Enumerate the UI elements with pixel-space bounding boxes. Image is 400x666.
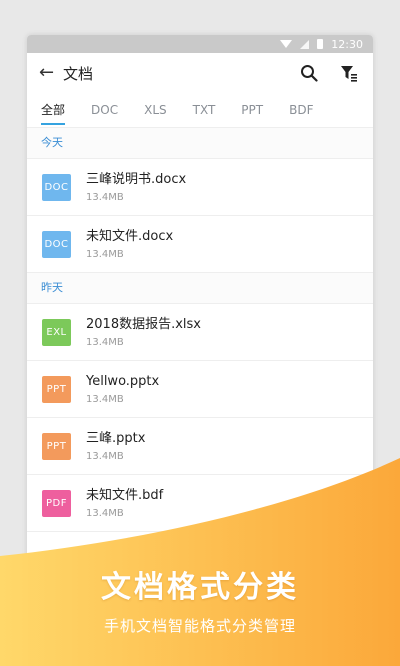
file-size: 13.4MB	[86, 451, 124, 462]
page-title: 文档	[63, 64, 94, 83]
toolbar: ← 文档	[27, 53, 373, 93]
file-name: Yellwo.pptx	[86, 374, 160, 389]
signal-icon	[300, 39, 310, 49]
promo-headline: 文档格式分类	[101, 570, 299, 605]
file-name: 未知文件.bdf	[86, 488, 164, 503]
file-name: 三峰说明书.docx	[86, 172, 187, 187]
battery-icon	[317, 39, 324, 49]
file-name: 2018数据报告.xlsx	[86, 317, 201, 332]
tab-txt[interactable]: TXT	[193, 93, 216, 127]
ppt-file-icon: PPT	[42, 432, 71, 460]
tab-xls[interactable]: XLS	[144, 93, 167, 127]
section-header-today: 今天	[27, 128, 373, 159]
tab-doc[interactable]: DOC	[91, 93, 118, 127]
status-time: 12:30	[331, 37, 363, 51]
back-arrow-icon[interactable]: ←	[39, 64, 61, 82]
tab-all[interactable]: 全部	[41, 93, 66, 127]
file-size: 13.4MB	[86, 508, 124, 519]
search-icon[interactable]	[295, 59, 323, 87]
status-bar: 12:30	[27, 35, 373, 53]
list-item[interactable]: PPT 三峰.pptx 13.4MB	[27, 418, 373, 475]
file-size: 13.4MB	[86, 249, 124, 260]
ppt-file-icon: PPT	[42, 375, 71, 403]
file-size: 13.4MB	[86, 337, 124, 348]
doc-file-icon: DOC	[42, 173, 71, 201]
list-item[interactable]: EXL 2018数据报告.xlsx 13.4MB	[27, 304, 373, 361]
list-item[interactable]: PDF 未知文件.bdf 13.4MB	[27, 475, 373, 532]
wifi-icon	[280, 40, 293, 48]
list-item[interactable]: DOC 未知文件.docx 13.4MB	[27, 216, 373, 273]
file-size: 13.4MB	[86, 192, 124, 203]
list-item[interactable]: PPT Yellwo.pptx 13.4MB	[27, 361, 373, 418]
doc-file-icon: DOC	[42, 230, 71, 258]
tab-bdf[interactable]: BDF	[289, 93, 313, 127]
filter-icon[interactable]	[335, 59, 363, 87]
pdf-file-icon: PDF	[42, 489, 71, 517]
section-header-yesterday: 昨天	[27, 273, 373, 304]
file-name: 三峰.pptx	[86, 431, 146, 446]
file-name: 未知文件.docx	[86, 229, 174, 244]
file-size: 13.4MB	[86, 394, 124, 405]
list-item[interactable]: DOC 三峰说明书.docx 13.4MB	[27, 159, 373, 216]
tab-ppt[interactable]: PPT	[241, 93, 263, 127]
excel-file-icon: EXL	[42, 318, 71, 346]
promo-subline: 手机文档智能格式分类管理	[103, 617, 296, 635]
file-type-tabs: 全部 DOC XLS TXT PPT BDF	[27, 93, 373, 128]
